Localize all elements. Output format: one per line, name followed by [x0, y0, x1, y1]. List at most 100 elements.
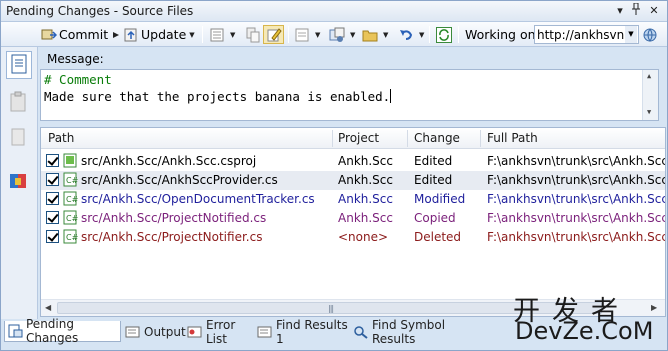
scroll-up-icon[interactable]: ▲: [647, 72, 651, 80]
column-header-project[interactable]: Project: [338, 131, 379, 145]
row-checkbox[interactable]: [46, 154, 59, 167]
properties-icon: [329, 27, 345, 43]
table-row[interactable]: C# src/Ankh.Scc/ProjectNotified.cs Ankh.…: [41, 209, 665, 228]
view-dropdown-icon[interactable]: ▼: [230, 31, 235, 39]
diff-dropdown-icon[interactable]: ▼: [315, 31, 320, 39]
message-comment-line: # Comment: [44, 72, 112, 87]
conflicts-icon: [10, 174, 26, 188]
tab-pending-changes[interactable]: Pending Changes: [4, 317, 121, 345]
tab-label: Output: [144, 324, 186, 339]
csproj-file-icon: [63, 153, 78, 168]
row-change: Edited: [414, 173, 453, 187]
column-divider[interactable]: [332, 130, 333, 147]
folder-dropdown-icon[interactable]: ▼: [383, 31, 388, 39]
row-change: Edited: [414, 154, 453, 168]
source-files-icon: [11, 54, 27, 74]
folder-button[interactable]: ▼: [362, 25, 388, 44]
update-button[interactable]: Update ▼: [111, 25, 195, 44]
row-full-path: F:\ankhsvn\trunk\src\Ankh.Scc\A: [487, 173, 665, 187]
column-divider[interactable]: [480, 130, 481, 147]
source-files-button[interactable]: [6, 51, 32, 79]
properties-dropdown-icon[interactable]: ▼: [350, 31, 355, 39]
highlight-button[interactable]: [263, 25, 284, 44]
undo-icon: [398, 27, 414, 43]
commit-button[interactable]: Commit: [41, 25, 108, 44]
row-path: src/Ankh.Scc/ProjectNotified.cs: [81, 211, 267, 225]
conflicts-button[interactable]: [6, 169, 32, 197]
list-view-icon: [209, 27, 225, 43]
issues-button[interactable]: [6, 125, 32, 153]
row-change: Copied: [414, 211, 456, 225]
watermark-en: DevZe.CoM: [515, 317, 654, 345]
row-change: Deleted: [414, 230, 462, 244]
scroll-down-icon[interactable]: ▼: [647, 108, 651, 116]
svg-text:C#: C#: [66, 195, 78, 204]
working-on-label: Working on:: [465, 25, 540, 44]
error-list-icon: [187, 325, 203, 339]
diff-icon: [294, 27, 310, 43]
work-items-button[interactable]: [6, 89, 32, 117]
tab-find-results-1[interactable]: Find Results 1: [255, 318, 349, 346]
tab-find-symbol-results[interactable]: Find Symbol Results: [351, 318, 481, 346]
tab-output[interactable]: Output: [123, 321, 186, 342]
update-arrow-icon: [111, 27, 121, 43]
close-icon[interactable]: ✕: [647, 3, 661, 18]
table-row[interactable]: C# src/Ankh.Scc/OpenDocumentTracker.cs A…: [41, 190, 665, 209]
table-row[interactable]: C# src/Ankh.Scc/ProjectNotifier.cs <none…: [41, 228, 665, 247]
working-on-dropdown-icon[interactable]: ▼: [625, 26, 637, 43]
message-label: Message:: [47, 52, 104, 66]
cs-file-icon: C#: [63, 229, 79, 244]
column-header-path[interactable]: Path: [48, 131, 74, 145]
refresh-icon: [436, 26, 452, 43]
toolbar-separator: [458, 26, 459, 43]
browse-button[interactable]: [642, 25, 660, 44]
message-scrollbar[interactable]: ▲ ▼: [642, 70, 658, 120]
toolbar-separator: [202, 26, 203, 43]
undo-button[interactable]: ▼: [398, 25, 424, 44]
column-divider[interactable]: [407, 130, 408, 147]
tab-error-list[interactable]: Error List: [185, 318, 253, 346]
row-change: Modified: [414, 192, 466, 206]
working-on-text: Working on:: [465, 27, 540, 42]
diff-button[interactable]: ▼: [294, 25, 320, 44]
row-path: src/Ankh.Scc/Ankh.Scc.csproj: [81, 154, 257, 168]
row-checkbox[interactable]: [46, 173, 59, 186]
title-bar: Pending Changes - Source Files ▾ ✕: [1, 1, 667, 22]
watermark: 开发者 DevZe.CoM: [513, 289, 663, 349]
tab-label: Error List: [206, 317, 236, 346]
tab-label: Find Symbol Results: [372, 317, 446, 346]
pin-icon[interactable]: [629, 2, 643, 18]
list-header: Path Project Change Full Path: [41, 128, 665, 149]
row-checkbox[interactable]: [46, 230, 59, 243]
svg-text:C#: C#: [66, 233, 78, 242]
left-icon-strip: [1, 47, 38, 319]
row-checkbox[interactable]: [46, 192, 59, 205]
row-project: <none>: [338, 230, 389, 244]
copy-button[interactable]: [245, 25, 263, 44]
update-dropdown-icon[interactable]: ▼: [189, 31, 194, 39]
row-checkbox[interactable]: [46, 211, 59, 224]
svg-text:C#: C#: [66, 176, 78, 185]
working-on-combobox[interactable]: http://ankhsvn.c ▼: [534, 25, 639, 44]
view-button[interactable]: ▼: [209, 25, 235, 44]
column-header-change[interactable]: Change: [414, 131, 460, 145]
dropdown-icon[interactable]: ▾: [613, 3, 627, 18]
table-row[interactable]: C# src/Ankh.Scc/AnkhSccProvider.cs Ankh.…: [41, 171, 665, 190]
pending-changes-window: Pending Changes - Source Files ▾ ✕ Commi…: [0, 0, 668, 351]
folder-icon: [362, 27, 378, 43]
message-textarea[interactable]: # Comment Made sure that the projects ba…: [40, 69, 659, 121]
properties-button[interactable]: ▼: [329, 25, 355, 44]
scroll-left-icon[interactable]: ◀: [45, 303, 51, 312]
message-text-line: Made sure that the projects banana is en…: [44, 89, 392, 104]
scroll-grip-icon: |||: [328, 304, 334, 313]
toolbar-separator: [429, 26, 430, 43]
refresh-button[interactable]: [436, 25, 454, 44]
table-row[interactable]: src/Ankh.Scc/Ankh.Scc.csproj Ankh.Scc Ed…: [41, 152, 665, 171]
row-project: Ankh.Scc: [338, 192, 393, 206]
column-header-full-path[interactable]: Full Path: [487, 131, 538, 145]
text-caret: [390, 89, 392, 103]
undo-dropdown-icon[interactable]: ▼: [419, 31, 424, 39]
commit-label: Commit: [59, 27, 109, 42]
update-label: Update: [141, 27, 187, 42]
commit-icon: [41, 27, 58, 43]
